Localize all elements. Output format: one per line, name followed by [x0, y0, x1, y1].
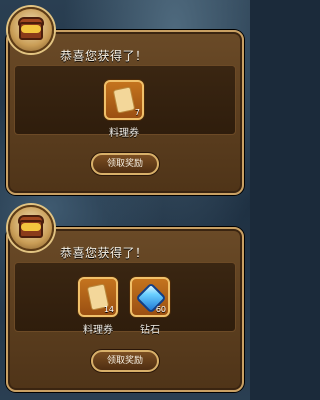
treasure-chest-icon	[8, 205, 54, 251]
reward-count: 14	[103, 305, 114, 314]
ticket-icon	[112, 86, 136, 114]
reward-dialog-title: 恭喜您获得了！	[60, 246, 148, 260]
claim-reward-button[interactable]: 领取奖励	[91, 153, 159, 175]
reward-label: 料理券	[83, 325, 113, 336]
reward-label: 料理券	[109, 128, 139, 139]
treasure-chest-icon	[8, 7, 54, 53]
reward-label: 钻石	[140, 325, 160, 336]
reward-dialog-title: 恭喜您获得了！	[60, 49, 148, 63]
reward-count: 7	[134, 108, 140, 117]
reward-count: 60	[155, 305, 166, 314]
reward-item[interactable]: 60	[130, 277, 170, 317]
claim-reward-button[interactable]: 领取奖励	[91, 350, 159, 372]
reward-item[interactable]: 14	[78, 277, 118, 317]
reward-item[interactable]: 7	[104, 80, 144, 120]
